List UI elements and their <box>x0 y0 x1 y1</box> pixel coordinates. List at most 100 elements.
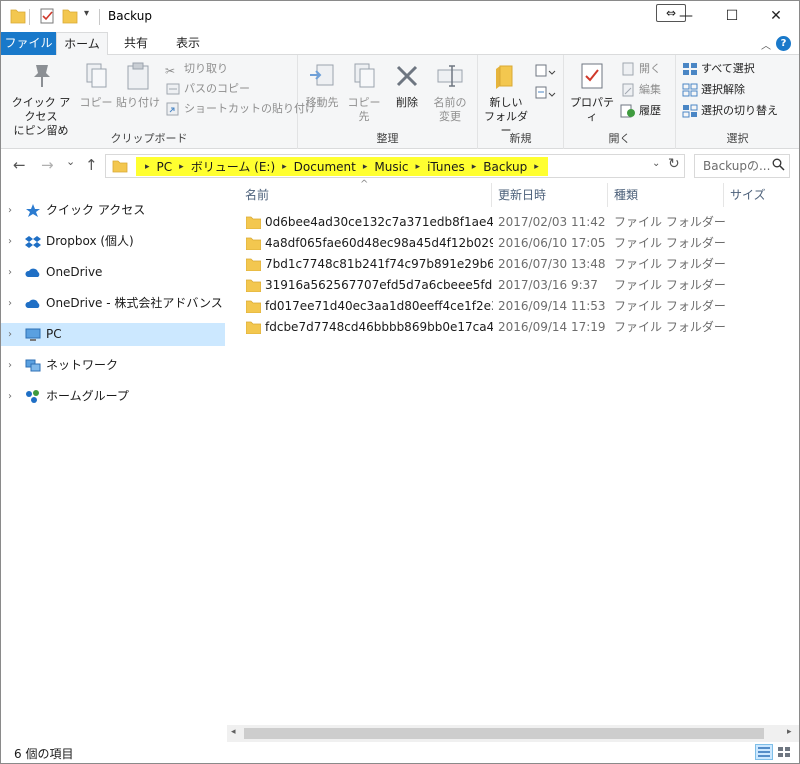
breadcrumb-itunes[interactable]: iTunes <box>423 160 469 174</box>
large-icons-view-button[interactable] <box>775 744 793 760</box>
file-name: fd017ee71d40ec3aa1d80eeff4ce1f2e330ae... <box>265 299 493 313</box>
scroll-right-icon[interactable]: ▸ <box>787 727 792 737</box>
edit-button[interactable]: 編集 <box>620 80 661 99</box>
copy-button[interactable]: コピー <box>79 59 113 110</box>
nav-item-network[interactable]: › ネットワーク <box>1 354 225 377</box>
select-none-button[interactable]: 選択解除 <box>682 80 745 99</box>
maximize-button[interactable]: ☐ <box>709 1 755 31</box>
paste-button[interactable]: 貼り付け <box>115 59 161 110</box>
breadcrumb-separator-icon[interactable]: ▸ <box>176 162 187 172</box>
select-group: すべて選択 選択解除 選択の切り替え 選択 <box>676 55 799 149</box>
scroll-left-icon[interactable]: ◂ <box>231 727 236 737</box>
rename-button[interactable]: 名前の 変更 <box>430 59 470 124</box>
history-button[interactable]: 履歴 <box>620 101 661 120</box>
breadcrumb: ▸ PC ▸ ボリューム (E:) ▸ Document ▸ Music ▸ i… <box>136 157 548 176</box>
column-header-size[interactable]: サイズ <box>730 183 766 207</box>
folder-icon <box>246 258 261 271</box>
nav-item-dropbox[interactable]: › Dropbox (個人) <box>1 230 225 253</box>
column-divider[interactable] <box>607 183 608 207</box>
navigation-pane: › クイック アクセス › Dropbox (個人) › OneDrive › … <box>1 183 227 741</box>
up-arrow-icon[interactable]: ↑ <box>85 156 98 174</box>
details-view-button[interactable] <box>755 744 773 760</box>
delete-button[interactable]: 削除 <box>390 59 424 110</box>
easy-access-icon[interactable] <box>534 85 556 101</box>
breadcrumb-separator-icon[interactable]: ▸ <box>360 162 371 172</box>
file-date: 2016/06/10 17:05 <box>498 236 606 250</box>
nav-item-onedrive[interactable]: › OneDrive <box>1 261 225 284</box>
chevron-right-icon[interactable]: › <box>8 261 12 284</box>
column-divider[interactable] <box>723 183 724 207</box>
breadcrumb-separator-icon[interactable]: ▸ <box>531 162 542 172</box>
breadcrumb-separator-icon[interactable]: ▸ <box>279 162 290 172</box>
table-row[interactable]: 4a8df065fae60d48ec98a45d4f12b029aded... … <box>243 233 726 254</box>
breadcrumb-separator-icon[interactable]: ▸ <box>142 162 153 172</box>
invert-selection-button[interactable]: 選択の切り替え <box>682 101 778 120</box>
select-none-icon <box>682 83 698 97</box>
pin-quick-access-button[interactable]: クイック アクセス にピン留め <box>7 59 75 138</box>
scrollbar-thumb[interactable] <box>244 728 764 739</box>
paste-shortcut-button[interactable]: ショートカットの貼り付け <box>165 99 316 118</box>
quick-access-dropdown-icon[interactable]: ▾ <box>84 8 89 19</box>
ribbon-collapse-icon[interactable]: ︿ <box>761 37 771 52</box>
column-header-date[interactable]: 更新日時 <box>498 183 546 207</box>
nav-item-quick-access[interactable]: › クイック アクセス <box>1 199 225 222</box>
table-row[interactable]: fd017ee71d40ec3aa1d80eeff4ce1f2e330ae...… <box>243 296 726 317</box>
move-to-button[interactable]: 移動先 <box>302 59 342 110</box>
properties-button[interactable]: プロパティ <box>568 59 616 124</box>
chevron-right-icon[interactable]: › <box>8 292 12 315</box>
copy-path-button[interactable]: パスのコピー <box>165 79 250 98</box>
forward-arrow-icon[interactable]: → <box>41 156 54 174</box>
select-all-button[interactable]: すべて選択 <box>682 59 755 78</box>
tab-home[interactable]: ホーム <box>56 32 108 56</box>
breadcrumb-separator-icon[interactable]: ▸ <box>469 162 480 172</box>
column-header-name[interactable]: 名前 <box>245 183 269 207</box>
refresh-icon[interactable]: ↻ <box>668 156 680 172</box>
column-header-type[interactable]: 種類 <box>614 183 638 207</box>
organize-group: 移動先 コピー先 削除 名前の 変更 整理 <box>298 55 478 149</box>
checklist-icon[interactable] <box>39 7 55 25</box>
chevron-right-icon[interactable]: › <box>8 323 12 346</box>
breadcrumb-pc[interactable]: PC <box>153 160 177 174</box>
organize-group-label: 整理 <box>376 132 399 145</box>
cut-button[interactable]: ✂ 切り取り <box>165 59 228 78</box>
address-bar[interactable]: ▸ PC ▸ ボリューム (E:) ▸ Document ▸ Music ▸ i… <box>105 154 685 178</box>
nav-item-homegroup[interactable]: › ホームグループ <box>1 385 225 408</box>
breadcrumb-separator-icon[interactable]: ▸ <box>413 162 424 172</box>
copy-to-button[interactable]: コピー先 <box>344 59 384 124</box>
breadcrumb-music[interactable]: Music <box>370 160 412 174</box>
breadcrumb-backup[interactable]: Backup <box>479 160 531 174</box>
nav-item-pc[interactable]: › PC <box>1 323 225 346</box>
horizontal-scrollbar[interactable]: ◂ ▸ <box>227 725 799 742</box>
address-dropdown-icon[interactable]: ⌄ <box>652 158 660 169</box>
copy-to-icon <box>354 63 375 88</box>
chevron-right-icon[interactable]: › <box>8 230 12 253</box>
chevron-right-icon[interactable]: › <box>8 199 12 222</box>
open-group: プロパティ 開く 編集 履歴 開く <box>564 55 676 149</box>
recent-locations-icon[interactable]: ⌄ <box>66 155 75 168</box>
nav-item-onedrive-business[interactable]: › OneDrive - 株式会社アドバンス <box>1 292 225 315</box>
table-row[interactable]: 0d6bee4ad30ce132c7a371edb8f1ae46f3f9... … <box>243 212 726 233</box>
column-divider[interactable] <box>491 183 492 207</box>
tab-view[interactable]: 表示 <box>164 32 212 55</box>
file-type: ファイル フォルダー <box>614 257 726 271</box>
chevron-right-icon[interactable]: › <box>8 354 12 377</box>
table-row[interactable]: 31916a562567707efd5d7a6cbeee5fd192b3... … <box>243 275 726 296</box>
back-arrow-icon[interactable]: ← <box>13 156 26 174</box>
new-folder-icon[interactable] <box>62 7 78 25</box>
title-bar: ▾ Backup ⇔ — ☐ ✕ <box>1 1 799 32</box>
table-row[interactable]: 7bd1c7748c81b241f74c97b891e29b61f8f3... … <box>243 254 726 275</box>
search-input[interactable]: Backupの... <box>694 154 790 178</box>
new-folder-button[interactable]: 新しい フォルダー <box>482 59 530 138</box>
table-row[interactable]: fdcbe7d7748cd46bbbb869bb0e17ca4ed5... 20… <box>243 317 726 338</box>
minimize-button[interactable]: — <box>663 1 709 31</box>
breadcrumb-volume-e[interactable]: ボリューム (E:) <box>187 158 279 175</box>
open-button[interactable]: 開く <box>620 59 661 78</box>
tab-share[interactable]: 共有 <box>112 32 160 55</box>
new-item-icon[interactable] <box>534 63 556 79</box>
tab-file[interactable]: ファイル <box>1 32 56 55</box>
close-button[interactable]: ✕ <box>753 1 799 31</box>
help-icon[interactable]: ? <box>776 36 791 51</box>
chevron-right-icon[interactable]: › <box>8 385 12 408</box>
search-icon[interactable] <box>772 158 785 171</box>
breadcrumb-document[interactable]: Document <box>290 160 360 174</box>
